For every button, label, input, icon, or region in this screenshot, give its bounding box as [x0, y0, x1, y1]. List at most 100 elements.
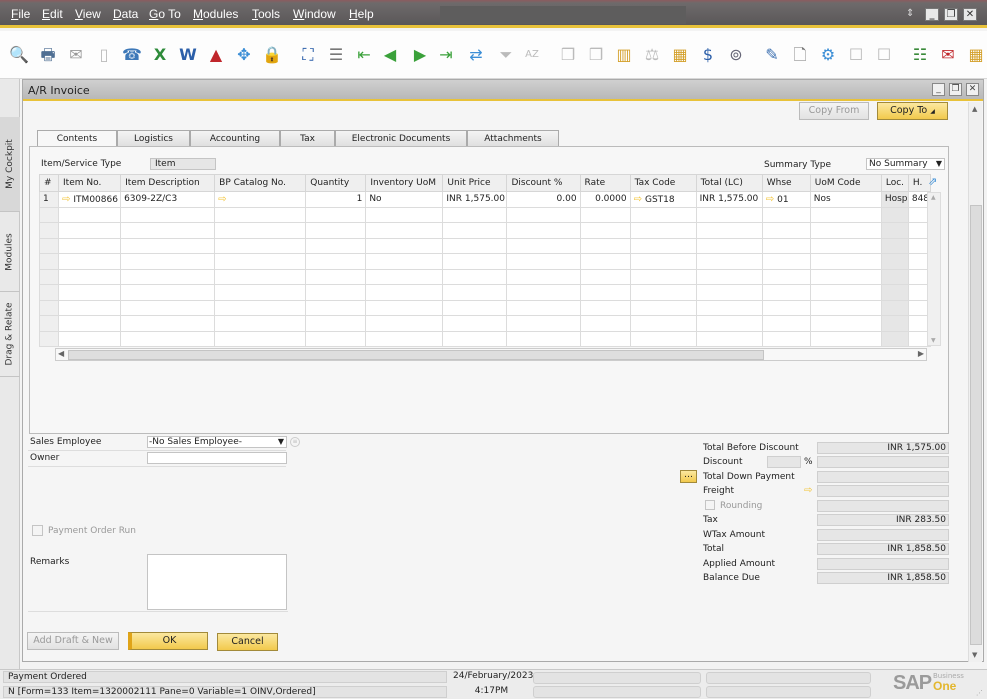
cell[interactable]	[579, 253, 631, 270]
resize-grip-icon[interactable]: ⋰	[976, 689, 983, 697]
window-restore-button[interactable]: ❐	[949, 83, 962, 96]
cell[interactable]	[695, 315, 763, 332]
cell[interactable]	[38, 315, 60, 332]
cell[interactable]	[120, 299, 216, 316]
cell[interactable]	[365, 253, 444, 270]
message-reply-icon[interactable]: ☐	[874, 45, 894, 65]
cell[interactable]	[695, 206, 763, 223]
cell[interactable]	[506, 284, 581, 301]
app-minimize-button[interactable]: _	[925, 8, 939, 21]
tab-attachments[interactable]: Attachments	[467, 130, 559, 147]
cell[interactable]	[880, 299, 909, 316]
cell[interactable]	[365, 237, 444, 254]
cell[interactable]	[120, 330, 216, 347]
cell[interactable]	[761, 253, 811, 270]
cell[interactable]	[880, 330, 909, 347]
table-row[interactable]	[38, 284, 932, 301]
cell[interactable]	[579, 268, 631, 285]
cell[interactable]	[761, 268, 811, 285]
cell[interactable]	[305, 237, 367, 254]
cell[interactable]	[695, 237, 763, 254]
cell[interactable]	[629, 222, 697, 239]
cell[interactable]	[214, 284, 307, 301]
word-icon[interactable]: W	[178, 45, 198, 65]
cell[interactable]	[214, 315, 307, 332]
window-titlebar[interactable]: A/R Invoice _ ❐ ✕	[23, 80, 983, 101]
tab-logistics[interactable]: Logistics	[117, 130, 190, 147]
tab-tax[interactable]: Tax	[280, 130, 335, 147]
cell[interactable]	[880, 222, 909, 239]
cell[interactable]	[809, 237, 882, 254]
cell[interactable]	[442, 284, 508, 301]
grid-vertical-scrollbar[interactable]: ▲ ▼	[927, 192, 941, 346]
cell[interactable]	[579, 222, 631, 239]
sort-icon[interactable]: AZ	[522, 45, 542, 65]
cell[interactable]	[579, 284, 631, 301]
add-icon[interactable]: ☰	[326, 45, 346, 65]
cell[interactable]	[305, 268, 367, 285]
cancel-button[interactable]: Cancel	[217, 633, 278, 651]
table-row[interactable]	[38, 330, 932, 347]
copy-to-button[interactable]: Copy To ◢	[877, 102, 948, 120]
cell[interactable]	[38, 299, 60, 316]
link-arrow-icon[interactable]: ⇨	[766, 194, 774, 205]
menu-goto[interactable]: Go To	[149, 7, 181, 21]
print-icon[interactable]: 🖶	[38, 45, 58, 65]
scroll-up-icon[interactable]: ▲	[972, 105, 977, 113]
gross-profit-icon[interactable]: ▥	[614, 45, 634, 65]
cell[interactable]	[761, 222, 811, 239]
col-header-rate[interactable]: Rate	[579, 174, 631, 192]
payment-order-run-checkbox[interactable]	[32, 525, 43, 536]
cell[interactable]	[506, 237, 581, 254]
cell[interactable]	[695, 284, 763, 301]
menu-window[interactable]: Window	[293, 7, 336, 21]
cell[interactable]	[305, 315, 367, 332]
scrollbar-thumb[interactable]	[68, 350, 764, 360]
cell-item-no[interactable]: ⇨ ITM00866	[58, 191, 122, 208]
cell[interactable]	[120, 315, 216, 332]
cell-uom-code[interactable]: Nos	[809, 191, 882, 208]
cell[interactable]	[880, 206, 909, 223]
cell[interactable]	[506, 222, 581, 239]
cell[interactable]	[214, 299, 307, 316]
cell[interactable]	[506, 299, 581, 316]
fax-icon[interactable]: ☎	[122, 45, 142, 65]
link-arrow-icon[interactable]: ⇨	[62, 194, 70, 205]
cell[interactable]	[58, 206, 122, 223]
cell[interactable]	[761, 206, 811, 223]
cell[interactable]	[579, 299, 631, 316]
cell[interactable]	[809, 315, 882, 332]
grid-horizontal-scrollbar[interactable]: ◀ ▶	[55, 348, 927, 361]
cell[interactable]	[120, 237, 216, 254]
cell[interactable]	[120, 284, 216, 301]
sidetab-my-cockpit[interactable]: My Cockpit	[0, 117, 20, 212]
remarks-textarea[interactable]	[147, 554, 287, 610]
cell[interactable]	[38, 237, 60, 254]
cell[interactable]	[761, 330, 811, 347]
cell[interactable]	[214, 330, 307, 347]
journal-icon[interactable]: $	[698, 45, 718, 65]
owner-field[interactable]	[147, 452, 287, 464]
expand-grid-icon[interactable]: ⇗	[928, 175, 937, 188]
cell[interactable]	[214, 222, 307, 239]
cell[interactable]	[214, 237, 307, 254]
cell[interactable]	[365, 268, 444, 285]
find-icon[interactable]: ⛶	[298, 45, 318, 65]
col-header-tax-code[interactable]: Tax Code	[629, 174, 697, 192]
cell-inventory-uom[interactable]: No	[365, 191, 444, 208]
sidetab-modules[interactable]: Modules	[0, 212, 20, 292]
cell[interactable]	[58, 299, 122, 316]
menu-file[interactable]: File	[11, 7, 30, 21]
cell[interactable]	[38, 206, 60, 223]
cell[interactable]	[579, 330, 631, 347]
copy-from-button[interactable]: Copy From	[799, 102, 869, 120]
cell[interactable]	[365, 284, 444, 301]
tab-electronic-documents[interactable]: Electronic Documents	[335, 130, 467, 147]
cell[interactable]	[442, 299, 508, 316]
cell[interactable]	[761, 284, 811, 301]
activity-icon[interactable]: ☷	[910, 45, 930, 65]
col-header-item-no[interactable]: Item No.	[58, 174, 122, 192]
volume-weight-icon[interactable]: ⚖	[642, 45, 662, 65]
cell[interactable]	[579, 237, 631, 254]
freight-field[interactable]	[817, 485, 949, 497]
